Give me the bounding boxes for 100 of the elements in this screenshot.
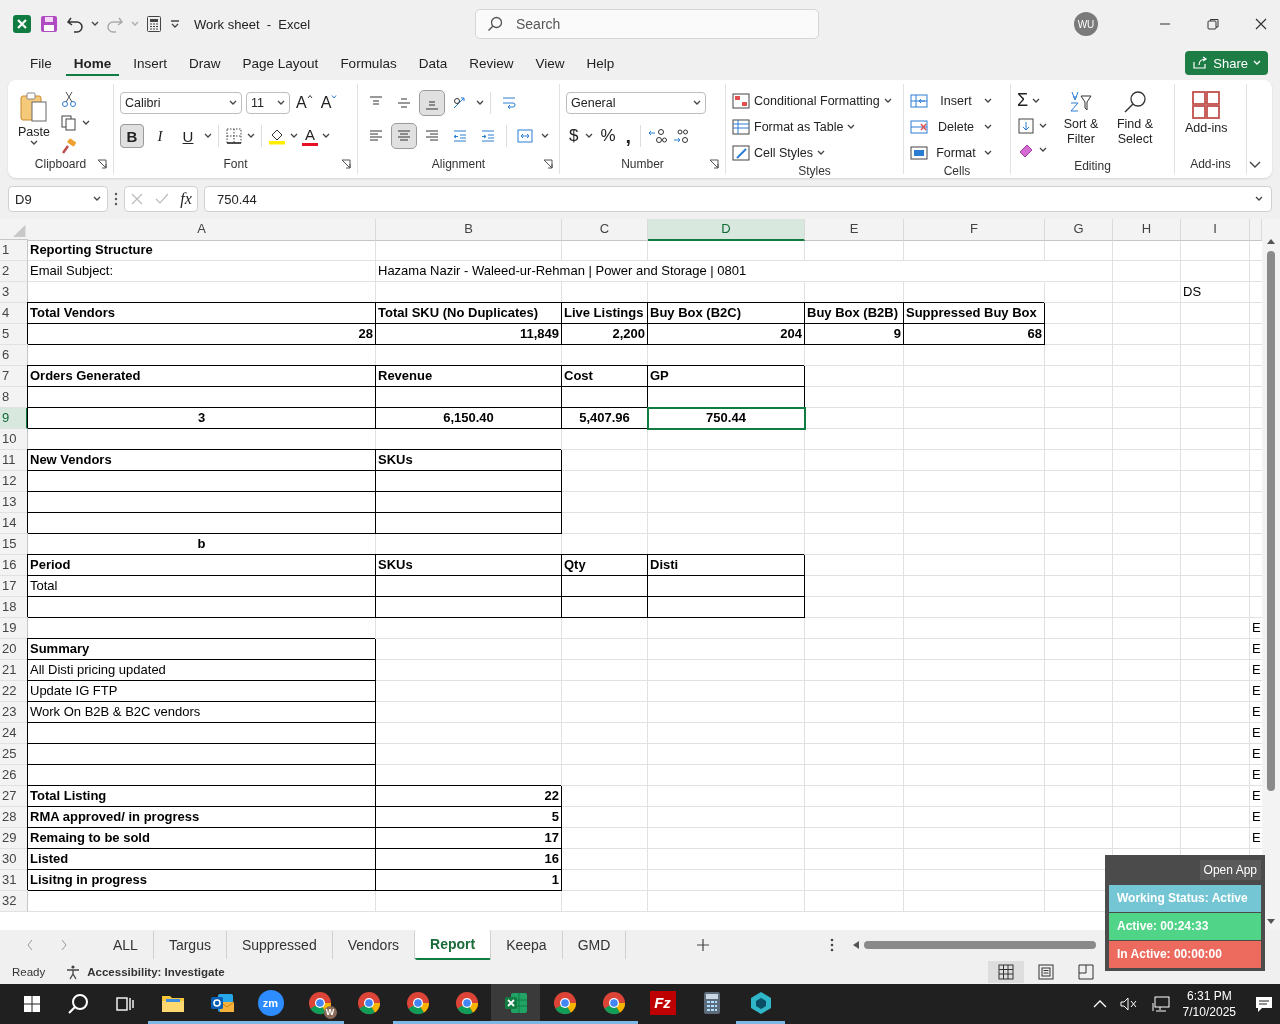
increase-font-button[interactable]: A [294, 94, 315, 112]
notifications-icon[interactable] [1254, 994, 1274, 1014]
row-header[interactable]: 14 [0, 513, 28, 534]
restore-icon[interactable] [1206, 17, 1220, 31]
find-select-button[interactable]: Find & Select [1111, 90, 1159, 147]
open-app-button[interactable]: Open App [1199, 860, 1261, 880]
sheet-tab[interactable]: ALL [98, 931, 154, 959]
delete-cells-button[interactable]: Delete [910, 116, 992, 138]
share-button[interactable]: Share [1185, 51, 1268, 75]
customize-icon[interactable] [169, 18, 181, 30]
column-header[interactable]: G [1045, 219, 1113, 241]
row-header[interactable]: 29 [0, 828, 28, 849]
bottom-align-icon[interactable] [420, 91, 444, 115]
search-field[interactable]: Search [475, 9, 819, 39]
scissors-icon[interactable] [60, 90, 78, 108]
add-sheet-icon[interactable] [696, 938, 711, 952]
row-header[interactable]: 4 [0, 303, 28, 324]
row-header[interactable]: 3 [0, 282, 28, 303]
menu-tab[interactable]: Review [461, 50, 522, 76]
column-header[interactable]: E [805, 219, 904, 241]
normal-view-button[interactable] [988, 961, 1024, 983]
row-header[interactable]: 22 [0, 681, 28, 702]
column-header[interactable]: C [562, 219, 648, 241]
dialog-launcher-icon[interactable] [709, 159, 719, 169]
format-cells-button[interactable]: Format [910, 142, 992, 164]
italic-button[interactable]: I [148, 124, 172, 148]
close-icon[interactable] [1254, 17, 1268, 31]
row-header[interactable]: 19 [0, 618, 28, 639]
format-painter-icon[interactable] [60, 138, 78, 156]
fill-color-icon[interactable] [268, 127, 286, 145]
row-header[interactable]: 31 [0, 870, 28, 891]
decrease-font-button[interactable]: A [318, 94, 340, 112]
search-icon[interactable] [67, 993, 89, 1015]
row-header[interactable]: 2 [0, 261, 28, 282]
comma-button[interactable]: , [622, 128, 635, 144]
row-header[interactable]: 30 [0, 849, 28, 870]
sheet-tab[interactable]: Targus [153, 931, 227, 959]
row-header[interactable]: 20 [0, 639, 28, 660]
currency-button[interactable]: $ [566, 126, 582, 146]
row-header[interactable]: 15 [0, 534, 28, 555]
column-header[interactable]: H [1113, 219, 1181, 241]
column-header[interactable]: I [1181, 219, 1250, 241]
font-color-button[interactable]: A [302, 126, 318, 146]
more-options-icon[interactable] [830, 938, 835, 952]
center-align-icon[interactable] [392, 124, 416, 148]
row-header[interactable]: 10 [0, 429, 28, 450]
dialog-launcher-icon[interactable] [97, 159, 107, 169]
collapse-ribbon-icon[interactable] [1248, 160, 1262, 170]
sheet-tab[interactable]: Report [415, 930, 492, 960]
scroll-down-icon[interactable] [1266, 918, 1276, 926]
row-header[interactable]: 9 [0, 408, 28, 429]
row-header[interactable]: 16 [0, 555, 28, 576]
formula-input[interactable]: 750.44 [204, 186, 1272, 212]
sort-filter-button[interactable]: Sort & Filter [1057, 90, 1105, 147]
column-header[interactable]: D [648, 219, 805, 241]
scrollbar-thumb[interactable] [864, 941, 1097, 949]
row-header[interactable]: 24 [0, 723, 28, 744]
row-header[interactable]: 21 [0, 660, 28, 681]
user-avatar[interactable]: WU [1074, 12, 1098, 36]
clock[interactable]: 6:31 PM 7/10/2025 [1182, 988, 1236, 1020]
menu-tab[interactable]: Help [578, 50, 623, 76]
row-header[interactable]: 12 [0, 471, 28, 492]
network-icon[interactable] [1150, 995, 1171, 1013]
number-format-select[interactable]: General [566, 92, 706, 114]
row-header[interactable]: 26 [0, 765, 28, 786]
row-header[interactable]: 7 [0, 366, 28, 387]
row-header[interactable]: 25 [0, 744, 28, 765]
row-header[interactable]: 28 [0, 807, 28, 828]
dialog-launcher-icon[interactable] [341, 159, 351, 169]
name-box[interactable]: D9 [8, 186, 108, 212]
menu-tab[interactable]: View [527, 50, 573, 76]
scrollbar-thumb[interactable] [1267, 251, 1275, 791]
row-header[interactable]: 1 [0, 240, 28, 261]
row-header[interactable]: 18 [0, 597, 28, 618]
sheet-tab[interactable]: GMD [562, 931, 627, 959]
menu-tab[interactable]: Page Layout [234, 50, 327, 76]
paste-button[interactable]: Paste [14, 90, 54, 146]
increase-decimal-icon[interactable] [647, 127, 668, 145]
task-view-icon[interactable] [115, 995, 135, 1013]
menu-tab[interactable]: File [22, 50, 60, 76]
row-header[interactable]: 11 [0, 450, 28, 471]
taskbar-app[interactable]: W [295, 984, 344, 1024]
row-header[interactable]: 32 [0, 891, 28, 912]
taskbar-app[interactable]: Fz [638, 984, 687, 1024]
column-header[interactable]: B [376, 219, 562, 241]
undo-icon[interactable] [66, 15, 84, 33]
format-as-table-button[interactable]: Format as Table [732, 116, 892, 138]
borders-icon[interactable] [225, 127, 243, 145]
row-header[interactable]: 5 [0, 324, 28, 345]
sheet-tab[interactable]: Suppressed [226, 931, 333, 959]
insert-function-button[interactable]: fx [180, 190, 192, 208]
show-hidden-icons-icon[interactable] [1092, 999, 1107, 1009]
underline-button[interactable]: U [176, 124, 200, 148]
menu-tab[interactable]: Formulas [332, 50, 405, 76]
bold-button[interactable]: B [120, 124, 144, 148]
scroll-up-icon[interactable] [1266, 237, 1276, 245]
taskbar-app[interactable] [491, 984, 540, 1024]
percent-button[interactable]: % [597, 126, 619, 146]
font-select[interactable]: Calibri [120, 92, 242, 114]
accessibility-status[interactable]: Accessibility: Investigate [87, 966, 225, 978]
